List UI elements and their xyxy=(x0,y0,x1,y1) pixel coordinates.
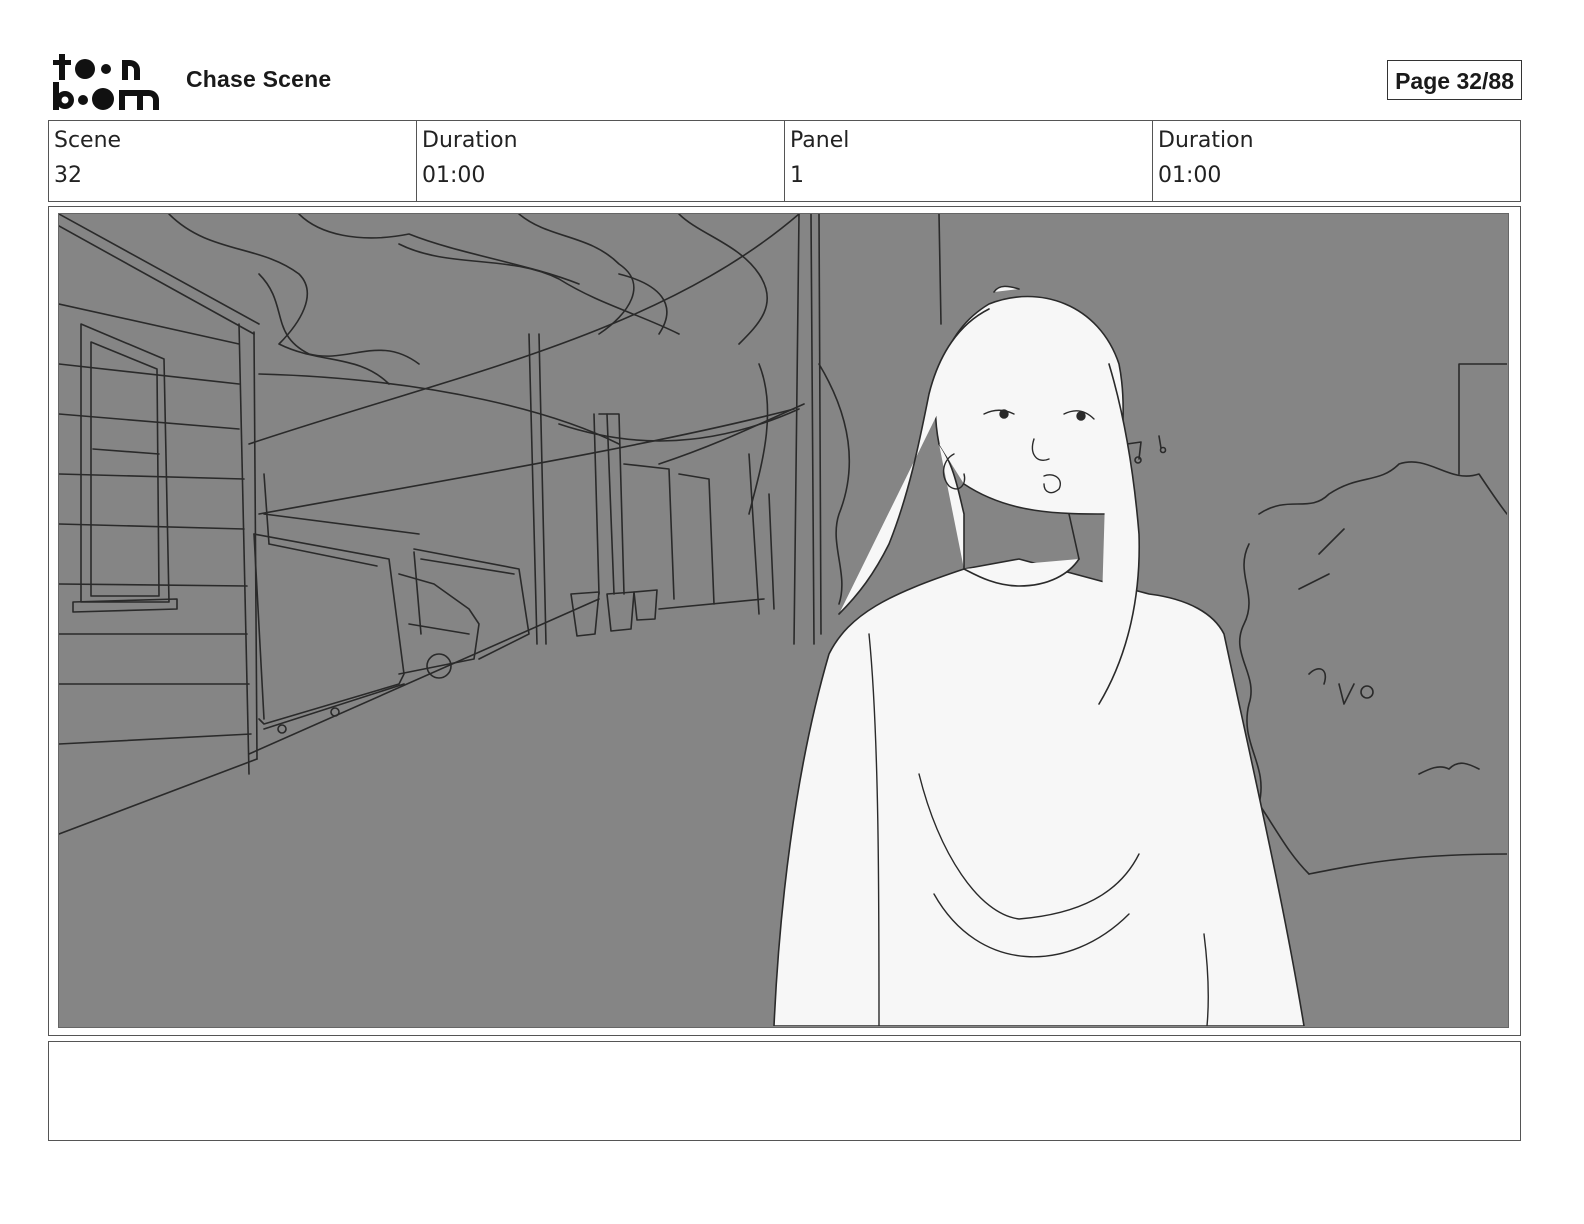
page-number: Page 32/88 xyxy=(1387,60,1522,100)
panel-value: 1 xyxy=(790,163,804,188)
panel-notes-text xyxy=(49,1042,1520,1058)
toonboom-logo xyxy=(50,48,165,116)
storyboard-panel-image[interactable] xyxy=(58,213,1509,1028)
scene-duration-label: Duration xyxy=(422,128,518,153)
panel-duration-cell: Duration 01:00 xyxy=(1153,121,1520,201)
alley-sketch xyxy=(59,214,1507,1026)
panel-label: Panel xyxy=(790,128,850,153)
scene-duration-value: 01:00 xyxy=(422,163,486,188)
scene-value: 32 xyxy=(54,163,82,188)
scene-cell: Scene 32 xyxy=(49,121,417,201)
panel-cell: Panel 1 xyxy=(785,121,1153,201)
project-title: Chase Scene xyxy=(186,66,332,92)
panel-notes-box[interactable] xyxy=(48,1041,1521,1141)
scene-duration-cell: Duration 01:00 xyxy=(417,121,785,201)
panel-duration-label: Duration xyxy=(1158,128,1254,153)
scene-label: Scene xyxy=(54,128,122,153)
panel-duration-value: 01:00 xyxy=(1158,163,1222,188)
scene-info-table: Scene 32 Duration 01:00 Panel 1 Duration… xyxy=(48,120,1521,202)
